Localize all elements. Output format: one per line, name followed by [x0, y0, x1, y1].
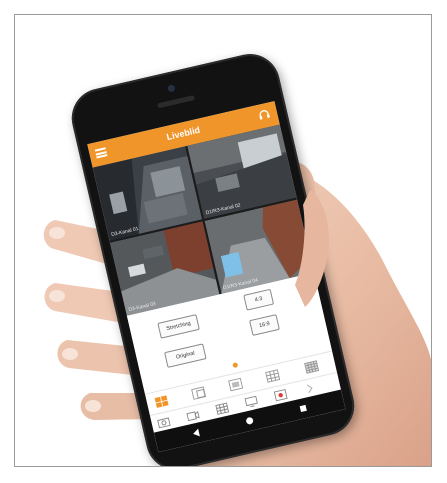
image-frame: Liveblid D3-Kanal 01 D1/R3-Kanal 02 D3-K… [14, 14, 432, 467]
thumb [295, 190, 330, 307]
